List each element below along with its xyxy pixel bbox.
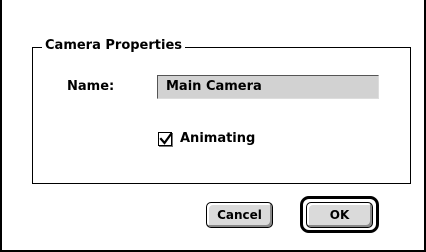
animating-checkbox[interactable] [158,132,173,146]
animating-label[interactable]: Animating [180,130,255,148]
camera-properties-group [32,47,411,184]
ok-button[interactable]: OK [306,202,373,228]
checkmark-icon [159,132,173,145]
group-title: Camera Properties [42,38,186,54]
name-label: Name: [67,79,115,94]
cancel-button[interactable]: Cancel [206,202,273,228]
dialog-window: Camera Properties Name: Main Camera Anim… [0,0,426,252]
name-field[interactable]: Main Camera [157,75,379,99]
